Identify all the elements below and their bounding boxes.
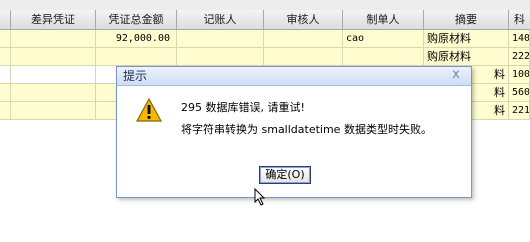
grid-top-strip	[0, 0, 530, 10]
error-dialog: 提示 x 295 数据库错误, 请重试! 将字符串转换为 smalldateti…	[116, 66, 472, 198]
cell-bookkeeper	[177, 48, 264, 66]
ok-button[interactable]: 确定(O)	[259, 166, 311, 184]
header-summary[interactable]: 摘要	[424, 10, 509, 29]
cell-summary: 购原材料	[424, 30, 509, 48]
warning-icon	[135, 97, 163, 122]
grid-header: 差异凭证 凭证总金额 记账人 审核人 制单人 摘要 科	[0, 10, 530, 30]
header-spacer	[0, 10, 11, 29]
cell-bookkeeper	[177, 30, 264, 48]
cell-maker: cao	[343, 30, 424, 48]
cell-subject: 100	[509, 66, 530, 84]
error-message-line1: 295 数据库错误, 请重试!	[181, 101, 305, 114]
cell-amount: 92,000.00	[96, 30, 177, 48]
cell-diff	[11, 30, 96, 48]
header-maker[interactable]: 制单人	[343, 10, 424, 29]
cell-subject: 222	[509, 48, 530, 66]
header-diff-voucher[interactable]: 差异凭证	[11, 10, 96, 29]
cell-amount	[96, 48, 177, 66]
cell-auditor	[264, 48, 343, 66]
cell-diff	[11, 84, 96, 102]
table-row[interactable]: 92,000.00 cao 购原材料 140:	[0, 30, 530, 48]
cell-subject: 560:	[509, 84, 530, 102]
dialog-title: 提示	[123, 69, 148, 83]
header-subject[interactable]: 科	[509, 10, 530, 29]
header-total-amount[interactable]: 凭证总金额	[96, 10, 177, 29]
close-icon[interactable]: x	[449, 68, 463, 82]
row-marker	[0, 66, 11, 84]
cell-maker	[343, 48, 424, 66]
table-row[interactable]: 购原材料 222	[0, 48, 530, 66]
header-bookkeeper[interactable]: 记账人	[177, 10, 264, 29]
row-marker	[0, 48, 11, 66]
dialog-titlebar[interactable]: 提示 x	[117, 67, 471, 86]
row-marker	[0, 102, 11, 120]
cell-auditor	[264, 30, 343, 48]
cell-subject: 221	[509, 102, 530, 120]
cell-diff	[11, 48, 96, 66]
cell-summary: 购原材料	[424, 48, 509, 66]
mouse-cursor-icon	[254, 188, 266, 206]
error-message-line2: 将字符串转换为 smalldatetime 数据类型时失败。	[181, 123, 432, 136]
row-marker	[0, 30, 11, 48]
cell-subject: 140:	[509, 30, 530, 48]
row-marker	[0, 84, 11, 102]
cell-diff	[11, 66, 96, 84]
cell-diff	[11, 102, 96, 120]
header-auditor[interactable]: 审核人	[264, 10, 343, 29]
